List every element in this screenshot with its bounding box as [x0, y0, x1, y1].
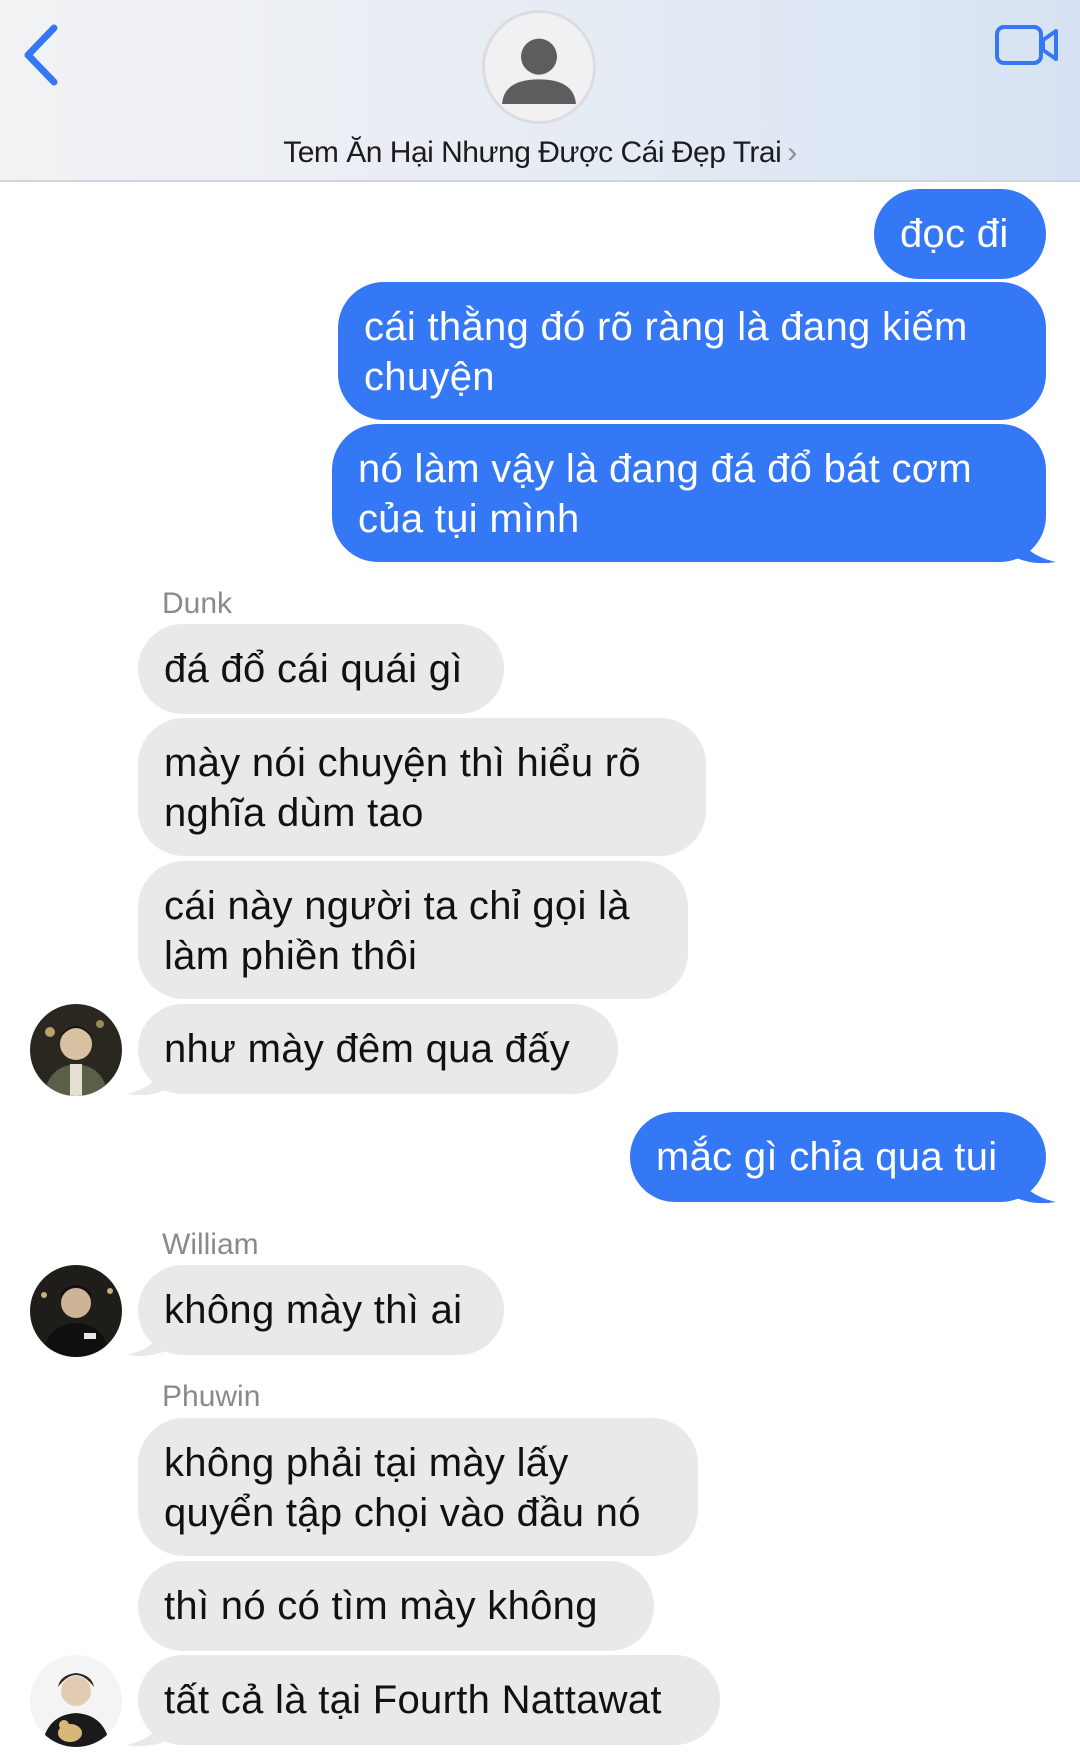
- sender-name: William: [162, 1228, 259, 1261]
- received-message[interactable]: đá đổ cái quái gì: [138, 624, 504, 714]
- received-message[interactable]: không mày thì ai: [138, 1265, 504, 1355]
- received-message[interactable]: không phải tại mày lấy quyển tập chọi và…: [138, 1418, 698, 1556]
- sender-name: Dunk: [162, 587, 233, 620]
- person-silhouette-icon[interactable]: [482, 10, 596, 124]
- bubble-tail: [1012, 1166, 1056, 1204]
- sent-message[interactable]: đọc đi: [874, 189, 1046, 279]
- avatar[interactable]: [30, 1655, 122, 1747]
- avatar[interactable]: [30, 1265, 122, 1357]
- sender-name: Phuwin: [162, 1380, 261, 1413]
- received-message[interactable]: thì nó có tìm mày không: [138, 1561, 654, 1651]
- contact-name: Tem Ăn Hại Nhưng Được Cái Đẹp Trai: [283, 136, 782, 169]
- sent-message[interactable]: cái thằng đó rõ ràng là đang kiếm chuyện: [338, 282, 1046, 420]
- bubble-tail: [126, 1058, 170, 1096]
- bubble-tail: [1012, 526, 1056, 564]
- received-message[interactable]: cái này người ta chỉ gọi là làm phiền th…: [138, 861, 688, 999]
- sent-message[interactable]: mắc gì chỉa qua tui: [630, 1112, 1046, 1202]
- received-message[interactable]: tất cả là tại Fourth Nattawat: [138, 1655, 720, 1745]
- conversation-header: Tem Ăn Hại Nhưng Được Cái Đẹp Trai ›: [0, 0, 1080, 182]
- bubble-tail: [126, 1709, 170, 1747]
- contact-name-button[interactable]: Tem Ăn Hại Nhưng Được Cái Đẹp Trai ›: [0, 136, 1080, 170]
- received-message[interactable]: mày nói chuyện thì hiểu rõ nghĩa dùm tao: [138, 718, 706, 856]
- chevron-left-icon[interactable]: [18, 22, 66, 88]
- video-camera-icon[interactable]: [994, 22, 1060, 68]
- received-message[interactable]: như mày đêm qua đấy: [138, 1004, 618, 1094]
- chevron-right-icon: ›: [787, 136, 797, 169]
- sent-message[interactable]: nó làm vậy là đang đá đổ bát cơm của tụi…: [332, 424, 1046, 562]
- bubble-tail: [126, 1319, 170, 1357]
- avatar[interactable]: [30, 1004, 122, 1096]
